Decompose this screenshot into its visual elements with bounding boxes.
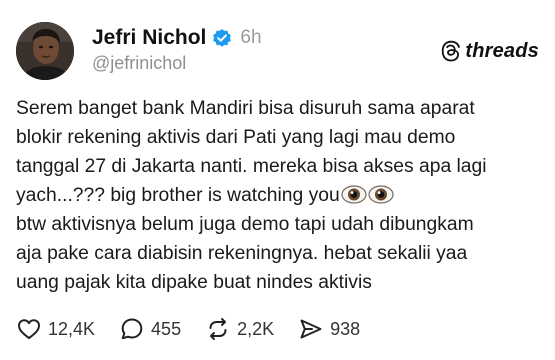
share-button[interactable]: 938 — [298, 313, 360, 345]
eye-emoji-icon — [368, 185, 394, 204]
reply-count: 455 — [151, 318, 182, 339]
reply-button[interactable]: 455 — [119, 313, 181, 345]
comment-bubble-icon — [121, 318, 143, 340]
heart-icon — [18, 319, 40, 339]
like-button[interactable]: 12,4K — [16, 313, 95, 345]
eye-emoji-icon — [341, 185, 367, 204]
post-text-line: aja pake cara diabisin rekeningnya. heba… — [16, 243, 468, 264]
post-timestamp: 6h — [240, 27, 262, 48]
share-count: 938 — [330, 318, 361, 339]
repost-icon — [209, 318, 227, 340]
author-name[interactable]: Jefri Nichol — [92, 26, 206, 50]
post-text-line: uang pajak kita dipake buat nindes aktiv… — [16, 272, 372, 293]
avatar[interactable] — [16, 22, 74, 80]
post-text-fragment: yach...??? big brother is watching you — [16, 185, 340, 206]
threads-wordmark: threads — [465, 39, 539, 62]
avatar-photo — [16, 22, 74, 80]
post-text-line: tanggal 27 di Jakarta nanti. mereka bisa… — [16, 156, 487, 177]
post-text-line-with-emoji: yach...??? big brother is watching you — [16, 181, 541, 210]
repost-button[interactable]: 2,2K — [205, 313, 274, 345]
post-text-line: blokir rekening aktivis dari Pati yang l… — [16, 127, 456, 148]
threads-post: Jefri Nichol 6h @jefrinichol threads Ser… — [0, 0, 555, 360]
repost-count: 2,2K — [237, 318, 275, 339]
author-handle[interactable]: @jefrinichol — [92, 53, 186, 74]
post-actions: 12,4K 455 2,2K 938 — [16, 313, 384, 345]
author-row: Jefri Nichol 6h — [92, 23, 262, 53]
like-count: 12,4K — [48, 318, 96, 339]
post-paragraph-2: btw aktivisnya belum juga demo tapi udah… — [16, 210, 541, 297]
post-paragraph-1: Serem banget bank Mandiri bisa disuruh s… — [16, 94, 541, 210]
verified-badge-icon — [212, 28, 232, 48]
send-icon — [300, 319, 322, 339]
threads-logo-icon — [442, 40, 461, 62]
post-text-line: btw aktivisnya belum juga demo tapi udah… — [16, 214, 474, 235]
post-text-line: Serem banget bank Mandiri bisa disuruh s… — [16, 98, 475, 119]
threads-brand: threads — [439, 38, 539, 64]
